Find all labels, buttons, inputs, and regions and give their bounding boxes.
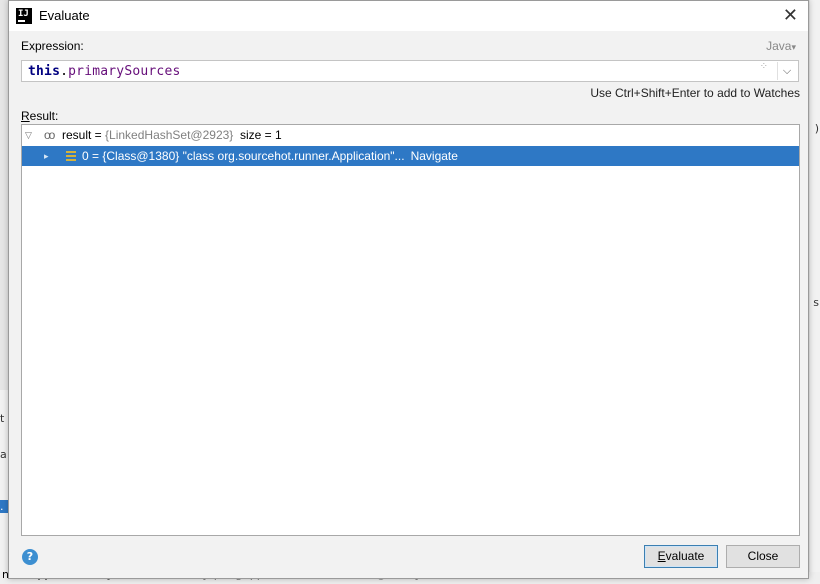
infinity-glasses-icon: oo [44, 128, 55, 142]
result-tree[interactable]: ▽ oo result = {LinkedHashSet@2923} size … [21, 124, 800, 536]
expand-arrow-icon[interactable]: ▽ [25, 125, 35, 145]
expression-input[interactable]: this.primarySources ⁘ ⌵ [21, 60, 799, 82]
collapsed-arrow-icon[interactable]: ▸ [44, 146, 54, 166]
help-icon[interactable]: ? [22, 549, 38, 565]
watches-hint: Use Ctrl+Shift+Enter to add to Watches [590, 86, 800, 100]
evaluate-button[interactable]: Evaluate [644, 545, 718, 568]
tree-row-result[interactable]: ▽ oo result = {LinkedHashSet@2923} size … [22, 125, 799, 145]
navigate-link[interactable]: Navigate [411, 149, 458, 163]
language-label: Java [766, 39, 792, 53]
title-bar[interactable]: IJ Evaluate ✕ [9, 1, 808, 31]
chevron-down-icon: ⌵ [782, 64, 792, 77]
close-icon[interactable]: ✕ [783, 5, 798, 26]
history-dropdown-button[interactable]: ⌵ [777, 62, 796, 80]
expression-label: Expression: [21, 39, 84, 53]
result-label: Result: [21, 109, 59, 123]
item-row-text: 0 = {Class@1380} "class org.sourcehot.ru… [82, 149, 458, 163]
list-item-icon [66, 151, 76, 161]
caret-down-icon: ▾ [791, 42, 796, 52]
close-button[interactable]: Close [726, 545, 800, 568]
evaluate-dialog: IJ Evaluate ✕ Expression: Java▾ this.pri… [8, 0, 809, 579]
tree-row-item-0[interactable]: ▸ 0 = {Class@1380} "class org.sourcehot.… [22, 146, 799, 166]
background-ide-panel-right: ) s [810, 0, 820, 584]
expression-code[interactable]: this.primarySources [28, 64, 181, 79]
language-selector[interactable]: Java▾ [766, 39, 796, 53]
dialog-title: Evaluate [39, 8, 90, 23]
intellij-logo-icon: IJ [16, 8, 32, 24]
resize-dots-icon: ⁘ [759, 61, 768, 72]
result-row-text: result = {LinkedHashSet@2923} size = 1 [62, 128, 282, 142]
